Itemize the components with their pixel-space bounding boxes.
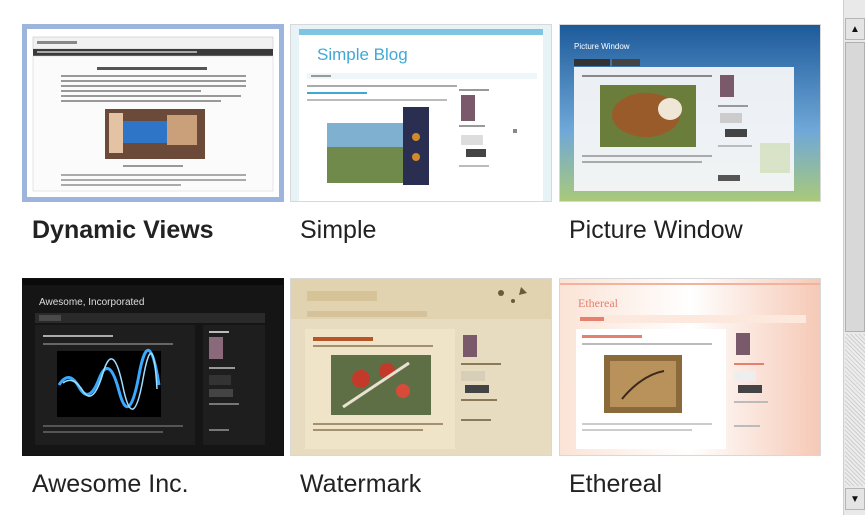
scroll-up-button[interactable]: ▲: [845, 18, 865, 40]
template-gallery: Dynamic Views Simple Blog Simple Picture…: [0, 0, 843, 515]
awesome-inc-preview: Awesome, Incorporated: [23, 279, 283, 455]
template-thumbnail[interactable]: Ethereal: [559, 278, 821, 456]
picture-window-preview: Picture Window: [560, 25, 820, 201]
template-name: Simple: [300, 216, 377, 244]
template-name: Picture Window: [569, 216, 743, 244]
simple-blog-title: Simple Blog: [317, 45, 408, 64]
template-thumbnail[interactable]: Awesome, Incorporated: [22, 278, 284, 456]
ethereal-preview: Ethereal: [560, 279, 820, 455]
template-name: Ethereal: [569, 470, 663, 498]
template-name: Dynamic Views: [32, 216, 214, 244]
vertical-scrollbar[interactable]: ▲ ▼: [843, 0, 865, 515]
picture-window-blog-title: Picture Window: [574, 42, 630, 51]
template-name: Watermark: [300, 470, 422, 498]
arrow-up-icon: ▲: [850, 23, 860, 35]
template-thumbnail[interactable]: [22, 24, 284, 202]
template-thumbnail[interactable]: [290, 278, 552, 456]
arrow-down-icon: ▼: [850, 493, 860, 505]
scroll-down-button[interactable]: ▼: [845, 488, 865, 510]
template-name: Awesome Inc.: [32, 470, 189, 498]
template-thumbnail[interactable]: Simple Blog: [290, 24, 552, 202]
awesome-blog-title: Awesome, Incorporated: [39, 297, 144, 308]
dynamic-views-preview: [27, 29, 279, 197]
ethereal-blog-title: Ethereal: [578, 296, 619, 310]
simple-preview: Simple Blog: [291, 25, 551, 201]
template-thumbnail[interactable]: Picture Window: [559, 24, 821, 202]
scrollbar-track[interactable]: [845, 334, 865, 486]
watermark-preview: [291, 279, 551, 455]
scrollbar-thumb[interactable]: [845, 42, 865, 332]
